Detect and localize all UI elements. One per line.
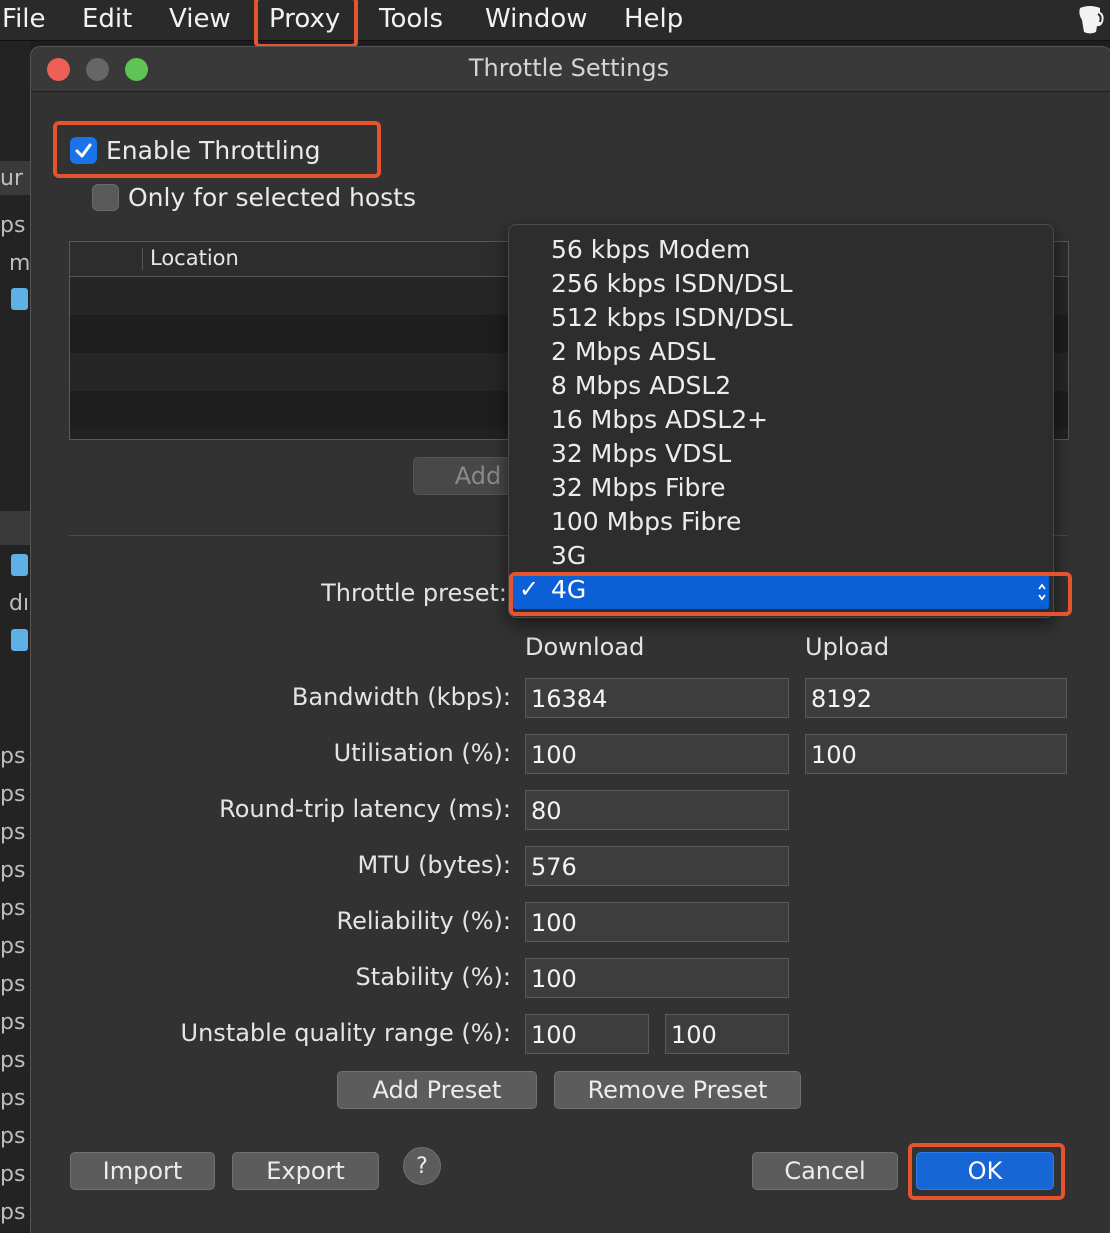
bandwidth-download-input[interactable]: 16384 [525, 678, 789, 718]
background-text: ps [0, 1162, 26, 1187]
ok-button[interactable]: OK [916, 1152, 1054, 1190]
checkbox-checked-icon [70, 137, 97, 164]
latency-input[interactable]: 80 [525, 790, 789, 830]
background-text: ur [0, 166, 23, 191]
menu-bar: File Edit View Proxy Tools Window Help [0, 0, 1110, 41]
unstable-range-min-input[interactable]: 100 [525, 1014, 649, 1054]
selected-preset-label: 4G [551, 575, 587, 604]
checkbox-unchecked-icon [92, 184, 119, 211]
mtu-label: MTU (bytes): [357, 851, 512, 879]
only-selected-hosts-checkbox[interactable]: Only for selected hosts [92, 183, 416, 212]
background-text: ps [0, 1200, 26, 1225]
background-text: ps [0, 972, 26, 997]
upload-column-header: Upload [805, 633, 890, 661]
background-text: ps [0, 896, 26, 921]
latency-label: Round-trip latency (ms): [219, 795, 511, 823]
background-text: ps [0, 934, 26, 959]
preset-option-selected[interactable]: ✓ 4G [513, 575, 1049, 609]
menu-edit[interactable]: Edit [82, 0, 132, 40]
download-column-header: Download [525, 633, 645, 661]
checkmark-icon: ✓ [519, 575, 540, 603]
background-text: ps [0, 213, 26, 238]
help-button[interactable]: ? [403, 1147, 441, 1185]
background-text: m [9, 251, 30, 276]
utilisation-download-input[interactable]: 100 [525, 734, 789, 774]
cancel-button[interactable]: Cancel [752, 1152, 898, 1190]
stability-label: Stability (%): [355, 963, 511, 991]
menu-proxy[interactable]: Proxy [269, 0, 340, 40]
unstable-range-max-input[interactable]: 100 [665, 1014, 789, 1054]
preset-option[interactable]: 32 Mbps Fibre [551, 473, 726, 502]
background-text: ps [0, 858, 26, 883]
stepper-arrows-icon [1038, 583, 1046, 601]
reliability-label: Reliability (%): [336, 907, 511, 935]
utilisation-upload-input[interactable]: 100 [805, 734, 1067, 774]
menu-window[interactable]: Window [485, 0, 588, 40]
title-bar: Throttle Settings [31, 47, 1110, 92]
charles-jug-icon[interactable] [1074, 2, 1106, 36]
preset-option[interactable]: 32 Mbps VDSL [551, 439, 731, 468]
bandwidth-upload-input[interactable]: 8192 [805, 678, 1067, 718]
unstable-range-label: Unstable quality range (%): [180, 1019, 511, 1047]
stability-input[interactable]: 100 [525, 958, 789, 998]
folder-icon [11, 554, 28, 576]
preset-option[interactable]: 56 kbps Modem [551, 235, 750, 264]
location-column-header[interactable]: Location [150, 246, 239, 270]
utilisation-label: Utilisation (%): [333, 739, 511, 767]
background-text: dı [9, 591, 30, 616]
preset-option[interactable]: 256 kbps ISDN/DSL [551, 269, 793, 298]
background-app-sidebar: ur ps m dı ps ps ps ps ps ps ps ps ps ps… [0, 41, 30, 1232]
preset-option[interactable]: 3G [551, 541, 586, 570]
remove-preset-button[interactable]: Remove Preset [554, 1071, 801, 1109]
enable-throttling-label: Enable Throttling [106, 136, 321, 165]
export-button[interactable]: Export [232, 1152, 379, 1190]
enable-throttling-checkbox[interactable]: Enable Throttling [70, 136, 320, 165]
background-text: ps [0, 782, 26, 807]
add-preset-button[interactable]: Add Preset [337, 1071, 537, 1109]
preset-option[interactable]: 8 Mbps ADSL2 [551, 371, 731, 400]
reliability-input[interactable]: 100 [525, 902, 789, 942]
background-text: ps [0, 1124, 26, 1149]
menu-view[interactable]: View [169, 0, 231, 40]
mtu-input[interactable]: 576 [525, 846, 789, 886]
background-text: ps [0, 1010, 26, 1035]
preset-option[interactable]: 100 Mbps Fibre [551, 507, 741, 536]
window-title: Throttle Settings [468, 54, 670, 82]
menu-tools[interactable]: Tools [379, 0, 443, 40]
bandwidth-label: Bandwidth (kbps): [291, 683, 511, 711]
only-selected-hosts-label: Only for selected hosts [128, 183, 417, 212]
folder-icon [11, 288, 28, 310]
throttle-preset-dropdown[interactable]: 56 kbps Modem 256 kbps ISDN/DSL 512 kbps… [508, 224, 1054, 618]
preset-option[interactable]: 16 Mbps ADSL2+ [551, 405, 768, 434]
background-text: ps [0, 744, 26, 769]
background-text: ps [0, 1048, 26, 1073]
folder-icon [11, 629, 28, 651]
import-button[interactable]: Import [70, 1152, 215, 1190]
menu-file[interactable]: File [2, 0, 46, 40]
throttle-preset-label: Throttle preset: [321, 579, 507, 607]
background-band [0, 511, 30, 545]
menu-help[interactable]: Help [624, 0, 683, 40]
column-divider [142, 248, 143, 270]
background-text: ps [0, 1086, 26, 1111]
preset-option[interactable]: 2 Mbps ADSL [551, 337, 715, 366]
preset-option[interactable]: 512 kbps ISDN/DSL [551, 303, 793, 332]
background-text: ps [0, 820, 26, 845]
